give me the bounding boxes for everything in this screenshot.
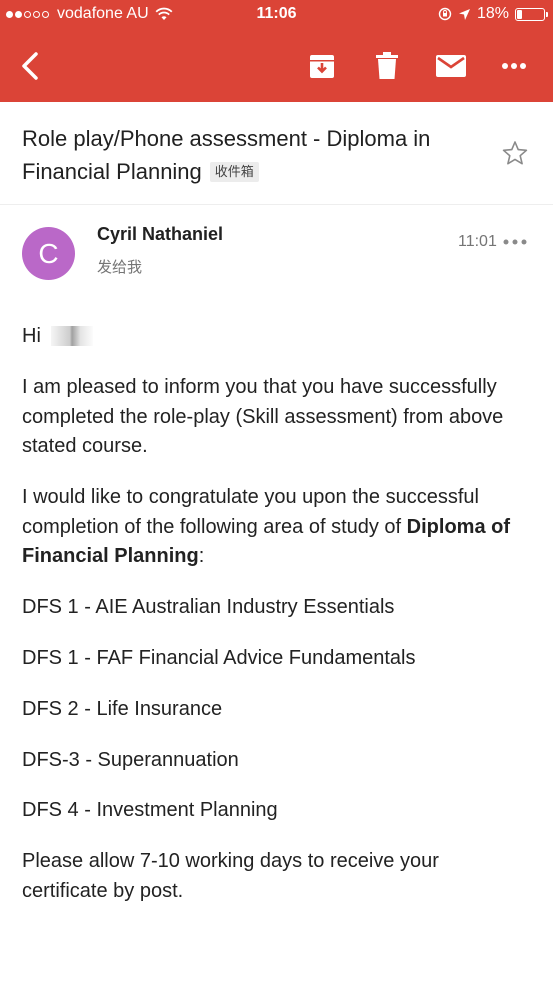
paragraph-completion: I am pleased to inform you that you have… bbox=[22, 376, 504, 457]
status-right: 18% bbox=[438, 5, 548, 23]
star-icon[interactable] bbox=[502, 140, 528, 166]
inbox-label-chip[interactable]: 收件箱 bbox=[209, 162, 259, 182]
unit-item: DFS 4 - Investment Planning bbox=[22, 799, 278, 821]
unit-item: DFS 2 - Life Insurance bbox=[22, 698, 223, 720]
paragraph-congratulate: I would like to congratulate you upon th… bbox=[22, 483, 527, 572]
sender-name[interactable]: Cyril Nathaniel bbox=[97, 224, 223, 245]
envelope-icon bbox=[436, 55, 466, 77]
location-arrow-icon bbox=[458, 8, 470, 20]
status-bar: vodafone AU 11:06 18% bbox=[0, 0, 553, 30]
paragraph-closing: Please allow 7-10 working days to receiv… bbox=[22, 850, 439, 902]
more-options-button[interactable] bbox=[494, 48, 534, 84]
unit-item: DFS-3 - Superannuation bbox=[22, 749, 239, 771]
delete-button[interactable] bbox=[367, 48, 407, 84]
greeting: Hi bbox=[22, 325, 41, 347]
header-divider bbox=[0, 204, 553, 205]
message-time: 11:01 bbox=[458, 233, 497, 250]
message-more-button[interactable] bbox=[503, 232, 527, 252]
sender-avatar[interactable]: C bbox=[22, 227, 75, 280]
battery-percent: 18% bbox=[476, 5, 509, 22]
archive-button[interactable] bbox=[302, 48, 342, 84]
mark-unread-button[interactable] bbox=[431, 48, 471, 84]
back-arrow-icon bbox=[22, 52, 38, 80]
recipient-details[interactable]: 发给我 bbox=[97, 256, 142, 277]
toolbar bbox=[0, 34, 553, 98]
paragraph-congratulate-suffix: : bbox=[198, 545, 205, 567]
app-header: vodafone AU 11:06 18% bbox=[0, 0, 553, 102]
orientation-lock-icon bbox=[438, 7, 452, 21]
battery-icon bbox=[515, 7, 548, 21]
back-button[interactable] bbox=[10, 48, 50, 84]
subject-header: Role play/Phone assessment - Diploma in … bbox=[22, 122, 492, 188]
unit-item: DFS 1 - AIE Australian Industry Essentia… bbox=[22, 596, 395, 618]
more-horizontal-icon bbox=[503, 239, 527, 245]
greeting-line: Hi bbox=[22, 322, 527, 352]
unit-item: DFS 1 - FAF Financial Advice Fundamental… bbox=[22, 647, 416, 669]
more-horizontal-icon bbox=[502, 63, 526, 69]
archive-icon bbox=[310, 55, 334, 78]
redacted-name bbox=[50, 326, 93, 346]
trash-icon bbox=[376, 52, 398, 79]
